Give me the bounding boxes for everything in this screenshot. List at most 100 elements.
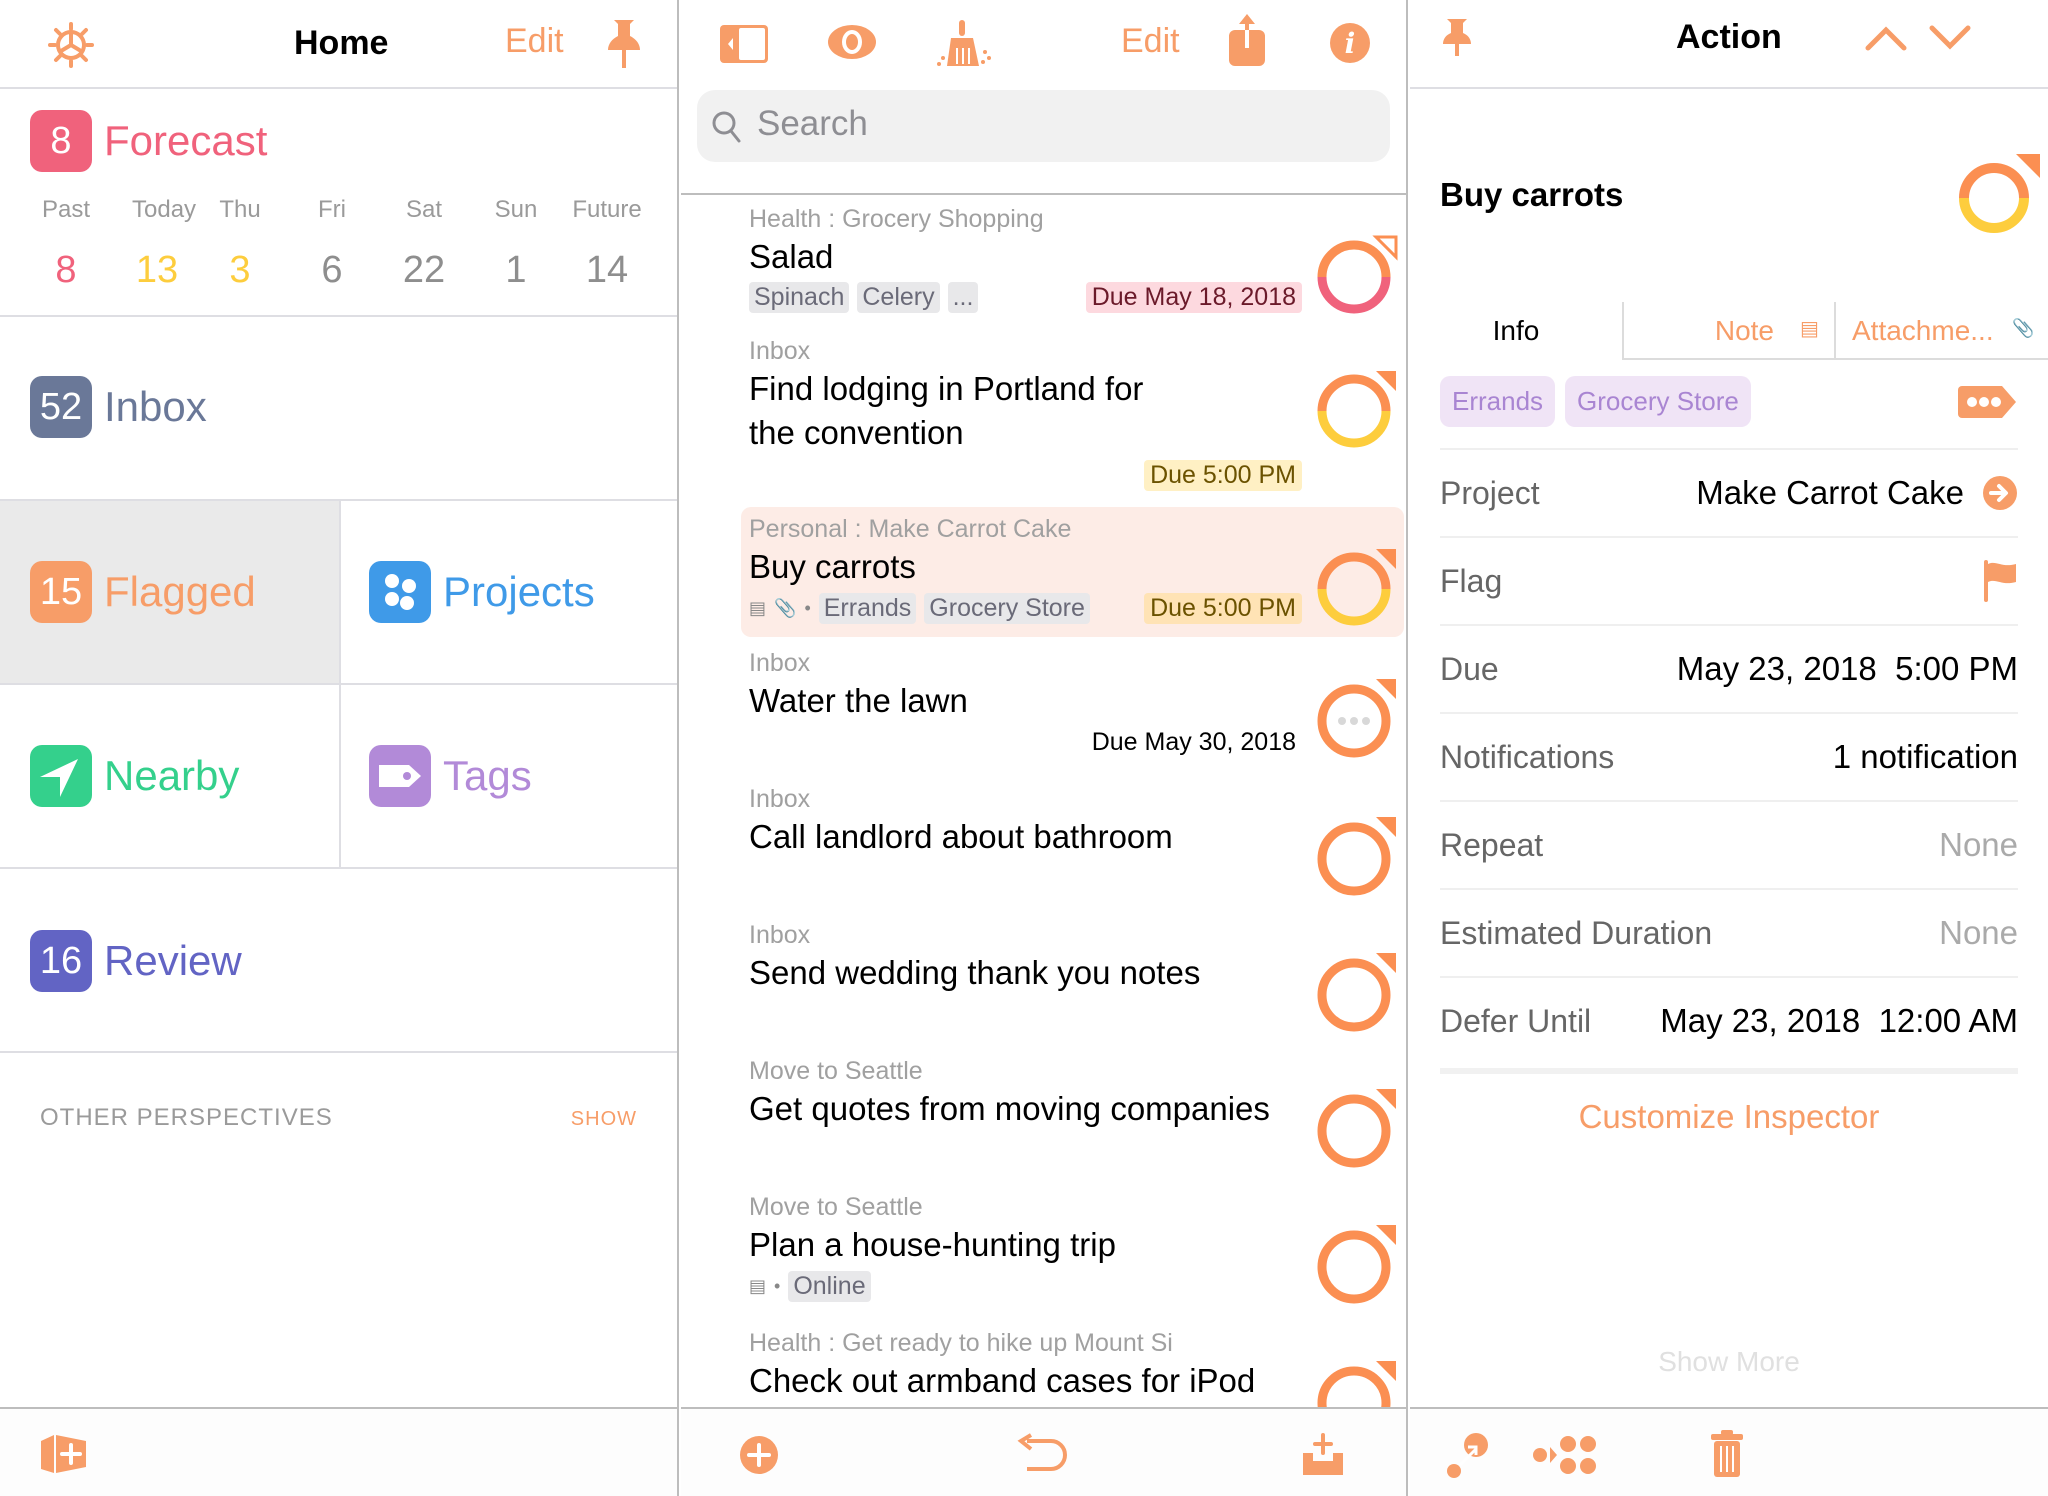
clean-up-broom-icon[interactable] [935, 18, 995, 70]
eye-icon[interactable] [827, 24, 877, 60]
field-estimated-duration[interactable]: Estimated Duration None [1440, 888, 2018, 976]
status-circle-icon[interactable] [1314, 1359, 1398, 1407]
inspector-pane: Action Buy carrots Info Note ▤ Attachme.… [1410, 0, 2048, 1496]
forecast-count[interactable]: 3 [182, 249, 298, 292]
task-context: Inbox [749, 649, 811, 677]
perspective-flagged[interactable]: 15 Flagged [0, 501, 339, 685]
forecast-count[interactable]: 6 [298, 249, 366, 292]
task-row[interactable]: Health : Grocery Shopping Salad Spinach … [681, 195, 1406, 327]
perspective-review[interactable]: 16 Review [0, 869, 677, 1053]
forecast-day[interactable]: Fri [298, 196, 366, 224]
field-due[interactable]: Due May 23, 2018 5:00 PM [1440, 624, 2018, 712]
forecast-count[interactable]: 8 [0, 249, 132, 292]
perspective-tags[interactable]: Tags [339, 685, 677, 869]
forecast-day[interactable]: Sat [366, 196, 482, 224]
field-label: Flag [1440, 562, 1503, 599]
task-row[interactable]: Inbox Find lodging in Portland for the c… [681, 327, 1406, 499]
task-row-selected[interactable]: Personal : Make Carrot Cake Buy carrots … [741, 507, 1404, 637]
add-action-icon[interactable] [739, 1435, 779, 1475]
task-context: Personal : Make Carrot Cake [749, 515, 1072, 543]
chevron-up-icon[interactable] [1864, 24, 1908, 52]
field-repeat[interactable]: Repeat None [1440, 800, 2018, 888]
field-notifications[interactable]: Notifications 1 notification [1440, 712, 2018, 800]
perspective-projects[interactable]: Projects [339, 501, 677, 685]
task-row[interactable]: Inbox Call landlord about bathroom [681, 773, 1406, 909]
task-row[interactable]: Move to Seattle Plan a house-hunting tri… [681, 1181, 1406, 1317]
customize-inspector-button[interactable]: Customize Inspector [1410, 1098, 2048, 1136]
inspector-navbar: Action [1410, 0, 2048, 89]
forecast-day[interactable]: Past [0, 196, 132, 224]
task-tags: ▤ 📎 • Errands Grocery Store [749, 593, 1090, 624]
tag-chip: Spinach [749, 282, 850, 313]
due-badge: Due May 18, 2018 [1085, 282, 1302, 313]
show-more-button[interactable]: Show More [1410, 1346, 2048, 1378]
status-circle-icon[interactable] [1314, 815, 1398, 899]
task-row[interactable]: Move to Seattle Get quotes from moving c… [681, 1045, 1406, 1181]
add-perspective-icon[interactable] [38, 1431, 90, 1477]
tab-attachments[interactable]: Attachme... [1852, 302, 1994, 360]
search-placeholder: Search [757, 104, 868, 143]
convert-to-project-icon[interactable] [1446, 1431, 1490, 1479]
task-context: Inbox [749, 785, 811, 813]
gear-icon[interactable] [48, 22, 94, 68]
field-defer-until[interactable]: Defer Until May 23, 2018 12:00 AM [1440, 976, 2018, 1064]
forecast-count[interactable]: 14 [550, 249, 664, 292]
tab-divider [1834, 302, 1836, 360]
forecast-label: Forecast [104, 117, 268, 164]
task-title[interactable]: Buy carrots [1440, 176, 1623, 214]
pin-icon[interactable] [604, 18, 644, 70]
field-value: None [1939, 826, 2018, 863]
field-project[interactable]: Project Make Carrot Cake [1440, 448, 2018, 536]
show-perspectives-button[interactable]: SHOW [571, 1108, 637, 1131]
attachment-icon: 📎 [774, 598, 797, 618]
status-circle-repeating-icon[interactable] [1314, 677, 1398, 761]
search-field[interactable]: Search [697, 90, 1390, 162]
field-value: Make Carrot Cake [1696, 474, 1964, 511]
home-edit-button[interactable]: Edit [505, 22, 564, 61]
forecast-day[interactable]: Sun [482, 196, 550, 224]
forecast-day[interactable]: Future [550, 196, 664, 224]
status-circle-due-soon-icon[interactable] [1314, 547, 1398, 631]
forecast-day[interactable]: Thu [182, 196, 298, 224]
perspective-nearby[interactable]: Nearby [0, 685, 339, 869]
tab-note[interactable]: Note [1624, 302, 1774, 360]
section-divider [1440, 1068, 2018, 1074]
edit-tags-icon[interactable] [1956, 384, 2018, 420]
forecast-count[interactable]: 13 [132, 249, 182, 292]
status-circle-due-soon-icon[interactable] [1956, 152, 2042, 238]
forecast-count[interactable]: 1 [482, 249, 550, 292]
field-flag[interactable]: Flag [1440, 536, 2018, 624]
status-circle-due-soon-icon[interactable] [1314, 369, 1398, 453]
status-circle-icon[interactable] [1314, 951, 1398, 1035]
forecast-day[interactable]: Today [132, 196, 196, 224]
status-circle-overdue-icon[interactable] [1314, 235, 1398, 319]
quick-entry-icon[interactable] [1301, 1431, 1345, 1477]
sidebar-toggle-icon[interactable] [719, 24, 769, 64]
location-arrow-icon [30, 745, 92, 807]
task-row[interactable]: Inbox Water the lawn Due May 30, 2018 [681, 637, 1406, 773]
status-circle-icon[interactable] [1314, 1087, 1398, 1171]
chevron-down-icon[interactable] [1928, 24, 1972, 52]
tag-chip[interactable]: Grocery Store [1565, 376, 1751, 427]
tab-info[interactable]: Info [1410, 302, 1622, 360]
task-row[interactable]: Health : Get ready to hike up Mount Si C… [681, 1317, 1406, 1407]
move-to-icon[interactable] [1532, 1433, 1598, 1477]
other-perspectives-header: OTHER PERSPECTIVES [40, 1104, 333, 1131]
undo-icon[interactable] [1017, 1433, 1071, 1477]
share-icon[interactable] [1227, 12, 1267, 68]
status-circle-icon[interactable] [1314, 1223, 1398, 1307]
due-label: Due May 30, 2018 [1091, 728, 1296, 756]
pin-icon[interactable] [1442, 18, 1472, 58]
forecast-count[interactable]: 22 [366, 249, 482, 292]
home-pane: Home Edit 8 Forecast Past Today Thu Fri … [0, 0, 679, 1496]
perspective-inbox[interactable]: 52 Inbox [0, 317, 677, 501]
tag-chip[interactable]: Errands [1440, 376, 1556, 427]
home-title: Home [294, 24, 389, 62]
list-edit-button[interactable]: Edit [1121, 22, 1180, 61]
trash-icon[interactable] [1710, 1429, 1744, 1479]
task-row[interactable]: Inbox Send wedding thank you notes [681, 909, 1406, 1045]
perspective-forecast[interactable]: 8 Forecast Past Today Thu Fri Sat Sun Fu… [0, 89, 677, 317]
flag-icon[interactable] [1984, 560, 2018, 602]
go-to-project-icon[interactable] [1982, 475, 2018, 511]
info-icon[interactable]: i [1329, 22, 1371, 64]
